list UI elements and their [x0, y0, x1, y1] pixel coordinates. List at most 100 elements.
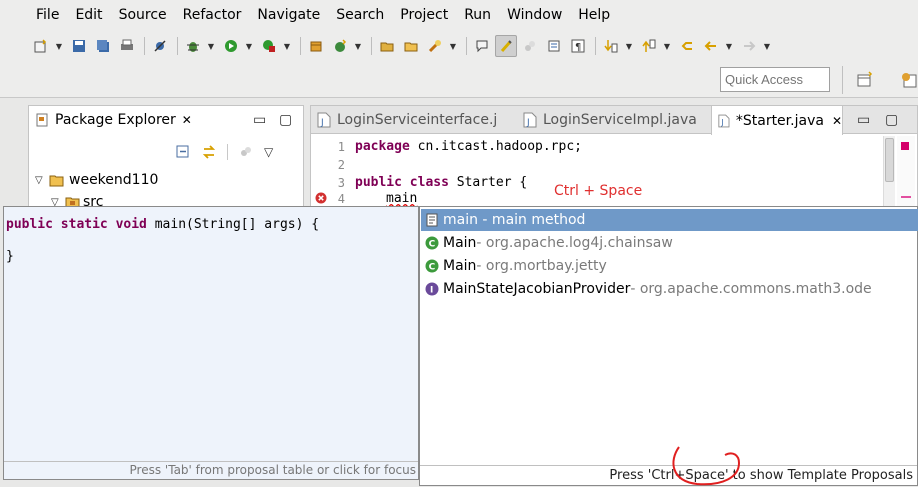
view-menu-button[interactable]: ▽ — [264, 145, 273, 159]
proposal-name: main - main method — [443, 212, 586, 228]
menu-help[interactable]: Help — [570, 7, 618, 23]
skip-breakpoints-button[interactable] — [149, 35, 171, 57]
debug-button[interactable] — [182, 35, 204, 57]
overview-error-marker[interactable] — [901, 142, 909, 150]
proposal-item[interactable]: I MainStateJacobianProvider - org.apache… — [421, 278, 918, 300]
svg-text:¶: ¶ — [575, 42, 581, 53]
preview-line: public static void main(String[] args) { — [6, 209, 319, 241]
expand-arrow-icon[interactable]: ▽ — [35, 175, 49, 186]
forward-dropdown[interactable]: ▼ — [762, 35, 772, 57]
overview-annotation-line[interactable] — [901, 196, 911, 198]
code-line[interactable]: package cn.itcast.hadoop.rpc; — [355, 139, 582, 154]
overview-ruler — [897, 136, 915, 214]
menu-search[interactable]: Search — [328, 7, 392, 23]
new-button[interactable] — [30, 35, 52, 57]
proposal-item[interactable]: C Main - org.mortbay.jetty — [421, 255, 918, 277]
toolbar-separator — [466, 37, 467, 55]
toggle-mark-occurrences-button[interactable] — [495, 35, 517, 57]
proposal-qualifier: - org.apache.commons.math3.ode — [630, 281, 872, 297]
toolbar-separator — [595, 37, 596, 55]
tab-loginserviceinterface[interactable]: J LoginServiceinterface.j — [311, 106, 511, 134]
new-java-package-button[interactable] — [305, 35, 327, 57]
back-button[interactable] — [700, 35, 722, 57]
quick-access-input[interactable] — [720, 67, 830, 92]
previous-annotation-dropdown[interactable]: ▼ — [662, 35, 672, 57]
menu-navigate[interactable]: Navigate — [249, 7, 328, 23]
open-type-button[interactable] — [376, 35, 398, 57]
show-whitespace-button[interactable]: ¶ — [567, 35, 589, 57]
focus-on-task-icon[interactable] — [238, 144, 254, 160]
tab-starter[interactable]: J *Starter.java ✕ — [711, 106, 843, 135]
template-icon — [426, 213, 438, 227]
breakpoint-skip-icon — [154, 40, 166, 52]
next-annotation-button[interactable] — [600, 35, 622, 57]
highlighter-icon — [500, 40, 512, 52]
toggle-block-selection-button[interactable] — [519, 35, 541, 57]
menu-window[interactable]: Window — [499, 7, 570, 23]
toggle-annotation-button[interactable] — [471, 35, 493, 57]
close-icon[interactable]: ✕ — [182, 113, 192, 127]
print-button[interactable] — [116, 35, 138, 57]
template-preview[interactable]: public static void main(String[] args) {… — [6, 209, 319, 273]
open-task-button[interactable] — [400, 35, 422, 57]
menu-edit[interactable]: Edit — [67, 7, 110, 23]
minimize-editor-button[interactable]: ▭ — [857, 112, 870, 128]
code-line[interactable]: public class Starter { — [355, 175, 527, 190]
java-perspective-icon[interactable] — [900, 71, 918, 89]
run-button[interactable] — [220, 35, 242, 57]
proposal-item[interactable]: main - main method — [421, 209, 918, 231]
open-type-icon — [380, 42, 394, 52]
link-with-editor-icon[interactable] — [201, 144, 217, 160]
external-tools-dropdown[interactable]: ▼ — [282, 35, 292, 57]
toolbar-separator — [300, 37, 301, 55]
scrollbar-thumb[interactable] — [885, 138, 894, 182]
error-marker-icon[interactable] — [315, 192, 327, 204]
new-class-dropdown[interactable]: ▼ — [353, 35, 363, 57]
new-dropdown[interactable]: ▼ — [54, 35, 64, 57]
previous-annotation-button[interactable] — [638, 35, 660, 57]
menu-project[interactable]: Project — [392, 7, 456, 23]
tab-loginserviceimpl[interactable]: J LoginServiceImpl.java — [517, 106, 713, 134]
menu-file[interactable]: File — [28, 7, 67, 23]
new-java-class-button[interactable] — [329, 35, 351, 57]
editor-vertical-scrollbar[interactable] — [883, 136, 895, 214]
forward-button[interactable] — [738, 35, 760, 57]
run-dropdown[interactable]: ▼ — [244, 35, 254, 57]
svg-text:J: J — [720, 118, 723, 127]
main-toolbar: ▼ ▼ ▼ ▼ ▼ ▼ ¶ ▼ ▼ ▼ ▼ Quick Access — [0, 30, 918, 98]
search-button[interactable] — [424, 35, 446, 57]
next-annotation-dropdown[interactable]: ▼ — [624, 35, 634, 57]
last-edit-location-button[interactable] — [676, 35, 698, 57]
save-all-button[interactable] — [92, 35, 114, 57]
java-file-icon: J — [317, 112, 331, 128]
menu-source[interactable]: Source — [111, 7, 175, 23]
external-tools-button[interactable] — [258, 35, 280, 57]
package-explorer-icon — [36, 113, 48, 127]
debug-dropdown[interactable]: ▼ — [206, 35, 216, 57]
menu-run[interactable]: Run — [456, 7, 499, 23]
package-explorer-tab[interactable]: Package Explorer ✕ — [29, 106, 192, 134]
code-line[interactable]: main — [386, 191, 417, 206]
open-perspective-icon[interactable] — [856, 71, 874, 89]
minimize-view-button[interactable]: ▭ — [253, 112, 266, 128]
line-number: 4 — [337, 192, 345, 206]
menu-refactor[interactable]: Refactor — [175, 7, 250, 23]
proposal-qualifier: - org.apache.log4j.chainsaw — [476, 235, 673, 251]
save-button[interactable] — [68, 35, 90, 57]
class-icon: C — [425, 236, 439, 250]
back-dropdown[interactable]: ▼ — [724, 35, 734, 57]
proposal-item[interactable]: C Main - org.apache.log4j.chainsaw — [421, 232, 918, 254]
java-file-icon: J — [718, 114, 730, 127]
tree-item-project[interactable]: ▽ weekend110 — [35, 172, 158, 188]
collapse-all-icon[interactable] — [175, 144, 191, 160]
maximize-editor-button[interactable]: ▢ — [885, 112, 898, 128]
eclipse-window: File Edit Source Refactor Navigate Searc… — [0, 0, 918, 487]
word-wrap-button[interactable] — [543, 35, 565, 57]
previous-annotation-icon — [642, 39, 656, 52]
close-icon[interactable]: ✕ — [832, 114, 842, 128]
last-edit-icon — [681, 42, 692, 50]
project-folder-icon — [49, 175, 64, 187]
toolbar-separator — [144, 37, 145, 55]
maximize-view-button[interactable]: ▢ — [279, 112, 292, 128]
search-dropdown[interactable]: ▼ — [448, 35, 458, 57]
